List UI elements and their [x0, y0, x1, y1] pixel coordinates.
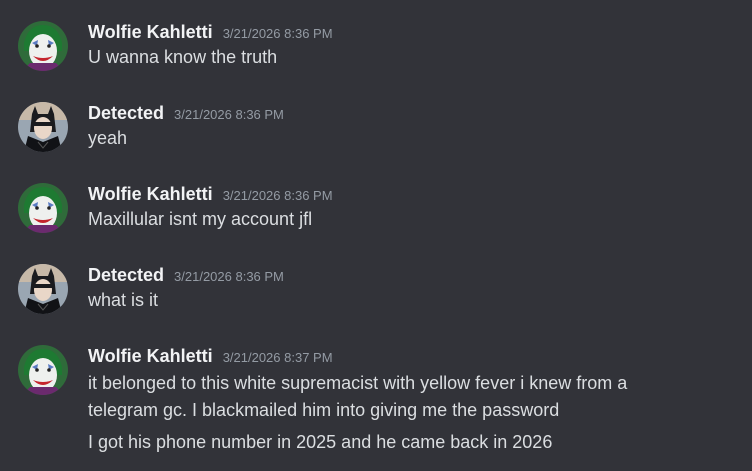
- message-text: Maxillular isnt my account jfl: [88, 209, 313, 229]
- message-text: yeah: [88, 128, 128, 148]
- message-header: Wolfie Kahletti 3/21/2026 8:36 PM: [88, 21, 333, 45]
- joker-avatar-icon[interactable]: [18, 183, 68, 233]
- author-name[interactable]: Detected: [88, 103, 164, 123]
- joker-avatar-icon[interactable]: [18, 345, 68, 395]
- message-timestamp: 3/21/2026 8:37 PM: [222, 350, 333, 365]
- message-list: Wolfie Kahletti 3/21/2026 8:36 PM U wanna…: [0, 0, 752, 471]
- author-name[interactable]: Wolfie Kahletti: [88, 22, 213, 42]
- message-text: I got his phone number in 2025 and he ca…: [88, 432, 553, 452]
- message-text: U wanna know the truth: [88, 47, 278, 67]
- dark-knight-avatar-icon[interactable]: [18, 102, 68, 152]
- message-text: telegram gc. I blackmailed him into givi…: [88, 400, 560, 420]
- author-name[interactable]: Wolfie Kahletti: [88, 184, 213, 204]
- message-header: Wolfie Kahletti 3/21/2026 8:36 PM: [88, 183, 333, 207]
- message-timestamp: 3/21/2026 8:36 PM: [174, 269, 284, 284]
- joker-avatar-icon[interactable]: [18, 21, 68, 71]
- author-name[interactable]: Wolfie Kahletti: [88, 346, 213, 366]
- message-header: Wolfie Kahletti 3/21/2026 8:37 PM: [88, 345, 333, 369]
- message-timestamp: 3/21/2026 8:36 PM: [222, 26, 333, 41]
- message-header: Detected 3/21/2026 8:36 PM: [88, 264, 284, 288]
- message-header: Detected 3/21/2026 8:36 PM: [88, 102, 284, 126]
- message-text: it belonged to this white supremacist wi…: [88, 373, 628, 393]
- message-timestamp: 3/21/2026 8:36 PM: [174, 107, 284, 122]
- message-timestamp: 3/21/2026 8:36 PM: [222, 188, 333, 203]
- message-text: what is it: [88, 290, 159, 310]
- dark-knight-avatar-icon[interactable]: [18, 264, 68, 314]
- author-name[interactable]: Detected: [88, 265, 164, 285]
